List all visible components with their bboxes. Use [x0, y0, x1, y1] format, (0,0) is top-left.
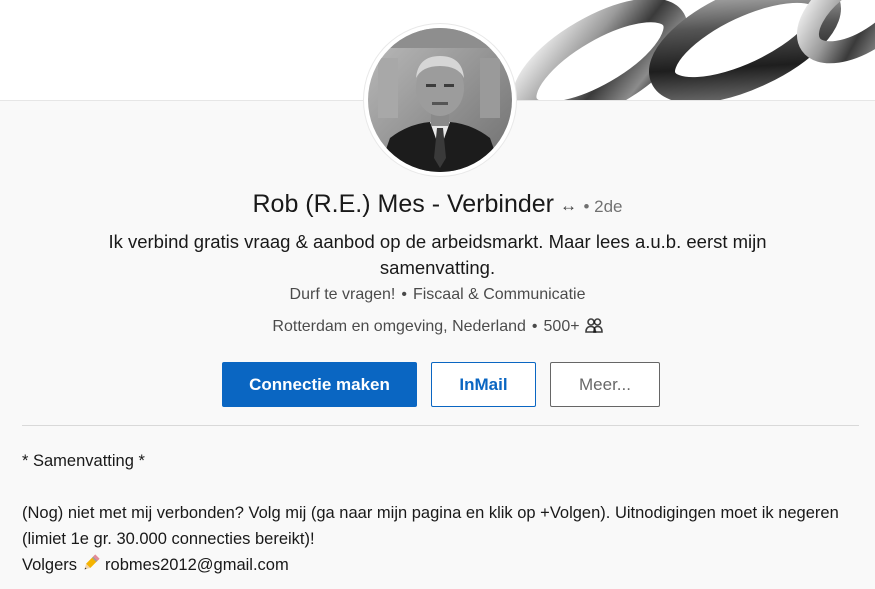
tagline: Durf te vragen!	[289, 286, 396, 303]
followers-line: Volgers robmes2012@gmail.com	[22, 552, 867, 581]
profile-meta-location: Rotterdam en omgeving, Nederland • 500+	[0, 318, 875, 338]
followers-label: Volgers	[22, 556, 78, 574]
summary-title: * Samenvatting *	[22, 452, 145, 470]
profile-meta-industry: Durf te vragen! • Fiscaal & Communicatie	[0, 286, 875, 304]
connect-button[interactable]: Connectie maken	[222, 362, 417, 407]
profile-name: Rob (R.E.) Mes - Verbinder	[252, 190, 555, 218]
more-button[interactable]: Meer...	[550, 362, 660, 407]
section-divider	[22, 425, 859, 426]
connections-count[interactable]: 500+	[544, 318, 580, 335]
email-text[interactable]: robmes2012@gmail.com	[105, 556, 289, 574]
separator-dot: •	[531, 318, 538, 335]
connection-degree: • 2de	[583, 197, 623, 216]
location: Rotterdam en omgeving, Nederland	[272, 318, 526, 335]
profile-photo	[368, 28, 512, 172]
avatar[interactable]	[364, 24, 516, 176]
bidirectional-arrow-icon: ↔	[560, 196, 577, 215]
separator-dot: •	[401, 286, 407, 303]
industry: Fiscaal & Communicatie	[412, 286, 586, 303]
name-row: Rob (R.E.) Mes - Verbinder ↔ • 2de	[0, 190, 875, 219]
profile-headline: Ik verbind gratis vraag & aanbod op de a…	[108, 231, 767, 278]
inmail-button[interactable]: InMail	[431, 362, 536, 407]
pencil-icon	[81, 553, 101, 581]
summary-paragraph: (Nog) niet met mij verbonden? Volg mij (…	[22, 504, 839, 548]
summary-section: * Samenvatting * (Nog) niet met mij verb…	[22, 448, 867, 581]
people-icon	[584, 318, 603, 338]
